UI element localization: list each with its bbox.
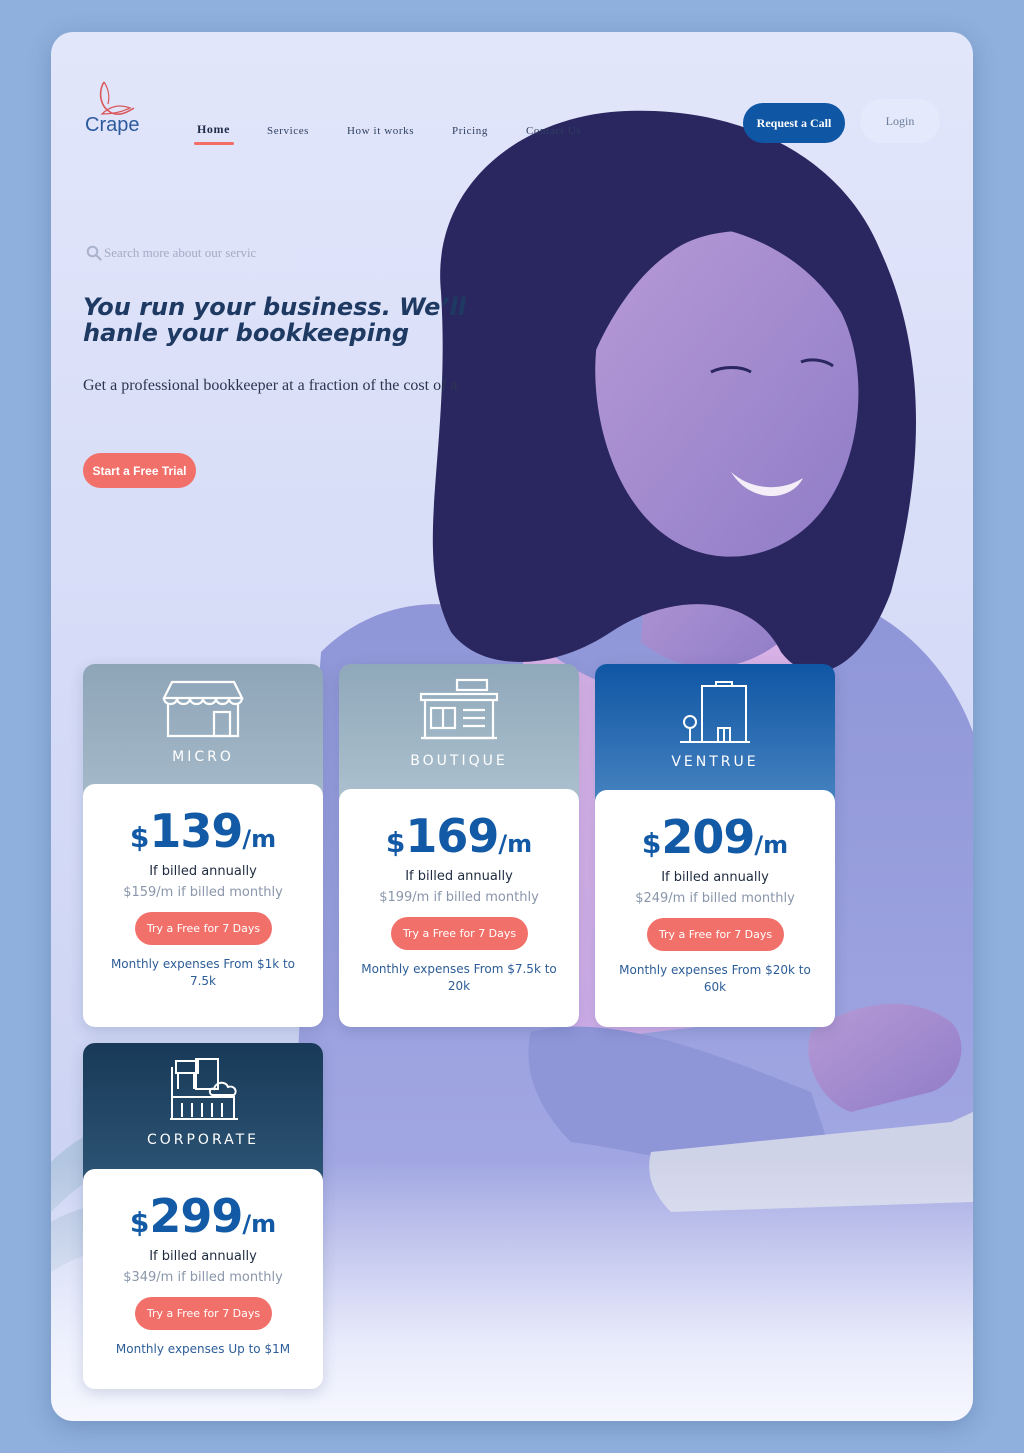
price-currency: $ xyxy=(129,821,150,854)
price-amount: 209 xyxy=(661,810,755,864)
plan-name: BOUTIQUE xyxy=(410,753,508,769)
hero-subtext: Get a professional bookkeeper at a fract… xyxy=(83,377,458,394)
card-body: $139/m If billed annually $159/m if bill… xyxy=(83,784,323,1027)
card-body: $299/m If billed annually $349/m if bill… xyxy=(83,1169,323,1389)
price-amount: 139 xyxy=(149,804,243,858)
plan-price: $209/m xyxy=(595,810,835,864)
nav-services[interactable]: Services xyxy=(267,125,309,137)
request-call-button[interactable]: Request a Call xyxy=(743,103,845,143)
plan-price: $299/m xyxy=(83,1189,323,1243)
price-period: /m xyxy=(498,830,533,858)
nav-home[interactable]: Home xyxy=(197,122,230,137)
plan-price: $139/m xyxy=(83,804,323,858)
price-period: /m xyxy=(242,1210,277,1238)
page-frame: Crape Home Services How it works Pricing… xyxy=(51,32,973,1421)
plan-name: MICRO xyxy=(172,749,234,765)
search-input[interactable] xyxy=(102,244,286,262)
office-building-icon xyxy=(680,681,750,743)
billed-annually-text: If billed annually xyxy=(661,870,769,885)
price-currency: $ xyxy=(641,827,662,860)
card-body: $169/m If billed annually $199/m if bill… xyxy=(339,789,579,1027)
billed-annually-text: If billed annually xyxy=(405,869,513,884)
billed-annually-text: If billed annually xyxy=(149,864,257,879)
monthly-price-text: $159/m if billed monthly xyxy=(123,885,283,900)
monthly-price-text: $349/m if billed monthly xyxy=(123,1270,283,1285)
card-body: $209/m If billed annually $249/m if bill… xyxy=(595,790,835,1027)
search-bar xyxy=(83,238,293,268)
corporate-buildings-icon xyxy=(170,1058,238,1120)
try-free-button[interactable]: Try a Free for 7 Days xyxy=(135,1297,272,1330)
price-amount: 169 xyxy=(405,809,499,863)
login-button[interactable]: Login xyxy=(860,99,940,143)
plan-price: $169/m xyxy=(339,809,579,863)
nav-contact-us[interactable]: Contact Us xyxy=(526,125,581,137)
pricing-card-micro: MICRO $139/m If billed annually $159/m i… xyxy=(83,664,323,1027)
monthly-price-text: $249/m if billed monthly xyxy=(635,891,795,906)
search-icon xyxy=(86,245,102,261)
expenses-range-text: Monthly expenses Up to $1M xyxy=(115,1342,291,1356)
price-currency: $ xyxy=(129,1206,150,1239)
storefront-icon xyxy=(162,680,244,738)
nav-pricing[interactable]: Pricing xyxy=(452,125,488,137)
nav-how-it-works[interactable]: How it works xyxy=(347,125,414,137)
plan-name: VENTRUE xyxy=(671,754,759,770)
pricing-card-corporate: CORPORATE $299/m If billed annually $349… xyxy=(83,1043,323,1389)
brand-name[interactable]: Crape xyxy=(85,114,139,137)
plan-name: CORPORATE xyxy=(146,1132,260,1148)
pricing-card-ventrue: VENTRUE $209/m If billed annually $249/m… xyxy=(595,664,835,1027)
boutique-shop-icon xyxy=(419,678,499,740)
price-currency: $ xyxy=(385,826,406,859)
price-period: /m xyxy=(242,825,277,853)
price-amount: 299 xyxy=(149,1189,243,1243)
billed-annually-text: If billed annually xyxy=(149,1249,257,1264)
hero-headline: You run your business. We’ll hanle your … xyxy=(83,293,466,347)
try-free-button[interactable]: Try a Free for 7 Days xyxy=(391,917,528,950)
try-free-button[interactable]: Try a Free for 7 Days xyxy=(647,918,784,951)
monthly-price-text: $199/m if billed monthly xyxy=(379,890,539,905)
expenses-range-text: Monthly expenses From $1k to 7.5k xyxy=(110,957,296,988)
expenses-range-text: Monthly expenses From $7.5k to 20k xyxy=(361,962,557,993)
nav-active-underline xyxy=(194,142,234,145)
try-free-button[interactable]: Try a Free for 7 Days xyxy=(135,912,272,945)
start-free-trial-button[interactable]: Start a Free Trial xyxy=(83,453,196,488)
price-period: /m xyxy=(754,831,789,859)
expenses-range-text: Monthly expenses From $20k to 60k xyxy=(619,963,811,994)
pricing-card-boutique: BOUTIQUE $169/m If billed annually $199/… xyxy=(339,664,579,1027)
